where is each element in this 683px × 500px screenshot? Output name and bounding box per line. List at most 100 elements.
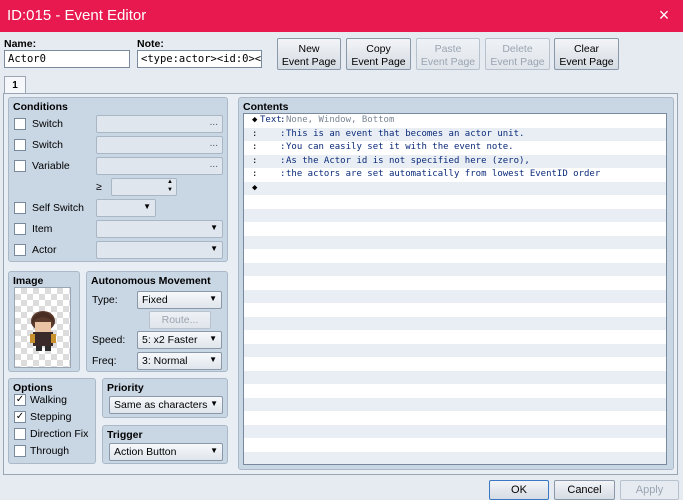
list-item[interactable] (244, 330, 666, 344)
list-item[interactable] (244, 235, 666, 249)
switch1-field[interactable]: ... (96, 115, 223, 133)
switch2-label: Switch (32, 139, 63, 151)
switch1-checkbox[interactable] (14, 118, 26, 130)
list-item[interactable] (244, 384, 666, 398)
walking-label: Walking (30, 394, 67, 406)
paste-event-page-button[interactable]: Paste Event Page (416, 38, 480, 70)
priority-value: Same as characters (114, 399, 208, 411)
switch1-label: Switch (32, 118, 63, 130)
switch2-field[interactable]: ... (96, 136, 223, 154)
movement-title: Autonomous Movement (91, 275, 211, 287)
contents-title: Contents (243, 101, 289, 113)
image-panel: Image (8, 271, 80, 372)
ge-sign: ≥ (96, 181, 102, 193)
list-item[interactable]: :: the actors are set automatically from … (244, 168, 666, 182)
list-item[interactable] (244, 289, 666, 303)
command-marker: : (252, 128, 258, 139)
name-input[interactable]: Actor0 (4, 50, 130, 68)
list-item[interactable] (244, 411, 666, 425)
event-page: Conditions Switch ... Switch ... Variabl… (3, 93, 678, 475)
spin-up-icon[interactable]: ▲ (167, 179, 173, 185)
variable-checkbox[interactable] (14, 160, 26, 172)
autonomous-movement-panel: Autonomous Movement Type: Fixed ▼ Route.… (86, 271, 228, 372)
list-item[interactable] (244, 370, 666, 384)
delete-event-page-button[interactable]: Delete Event Page (485, 38, 550, 70)
command-separator: : (280, 142, 286, 152)
list-item[interactable] (244, 249, 666, 263)
list-item[interactable] (244, 262, 666, 276)
new-event-page-button[interactable]: New Event Page (277, 38, 341, 70)
command-marker: ◆ (252, 115, 258, 125)
movement-type-dropdown[interactable]: Fixed ▼ (137, 291, 222, 309)
list-item[interactable]: ◆ (244, 181, 666, 195)
list-item[interactable]: :: This is an event that becomes an actor… (244, 127, 666, 141)
priority-dropdown[interactable]: Same as characters ▼ (109, 396, 223, 414)
speed-value: 5: x2 Faster (142, 334, 198, 346)
chevron-down-icon: ▼ (209, 334, 217, 343)
item-checkbox[interactable] (14, 223, 26, 235)
variable-field[interactable]: ... (96, 157, 223, 175)
command-separator: : (280, 169, 286, 179)
dialog-client: Name: Actor0 Note: <type:actor><id:0><un… (0, 32, 683, 500)
speed-dropdown[interactable]: 5: x2 Faster ▼ (137, 331, 222, 349)
frequency-dropdown[interactable]: 3: Normal ▼ (137, 352, 222, 370)
ellipsis-icon: ... (209, 159, 218, 170)
command-text: You can easily set it with the event not… (286, 142, 514, 152)
character-image[interactable] (14, 287, 71, 368)
actor-label: Actor (32, 244, 57, 256)
chevron-down-icon: ▼ (210, 446, 218, 455)
chevron-down-icon: ▼ (209, 355, 217, 364)
list-item[interactable] (244, 397, 666, 411)
cancel-button[interactable]: Cancel (554, 480, 615, 500)
list-item[interactable] (244, 316, 666, 330)
name-label: Name: (4, 38, 37, 50)
trigger-panel: Trigger Action Button ▼ (102, 425, 228, 464)
route-button[interactable]: Route... (149, 311, 211, 329)
self-switch-checkbox[interactable] (14, 202, 26, 214)
direction-fix-label: Direction Fix (30, 428, 89, 440)
list-item[interactable] (244, 222, 666, 236)
close-icon[interactable]: × (653, 4, 675, 26)
clear-event-page-button[interactable]: Clear Event Page (554, 38, 619, 70)
walking-checkbox[interactable]: ✓ (14, 394, 26, 406)
list-item[interactable]: ◆ Text: None, Window, Bottom (244, 114, 666, 128)
ok-button[interactable]: OK (489, 480, 549, 500)
apply-button[interactable]: Apply (620, 480, 679, 500)
tab-page-1[interactable]: 1 (4, 76, 26, 94)
freq-label: Freq: (92, 355, 117, 367)
list-item[interactable] (244, 357, 666, 371)
list-item[interactable] (244, 276, 666, 290)
self-switch-dropdown[interactable]: ▼ (96, 199, 156, 217)
list-item[interactable] (244, 195, 666, 209)
list-item[interactable]: :: As the Actor id is not specified here … (244, 154, 666, 168)
command-name: Text (260, 115, 282, 125)
trigger-dropdown[interactable]: Action Button ▼ (109, 443, 223, 461)
command-marker: ◆ (252, 182, 258, 193)
command-text: the actors are set automatically from lo… (286, 169, 601, 179)
list-item[interactable] (244, 303, 666, 317)
note-input[interactable]: <type:actor><id:0><unit:1> (137, 50, 262, 68)
list-item[interactable] (244, 208, 666, 222)
window-title: ID:015 - Event Editor (7, 7, 147, 24)
conditions-title: Conditions (13, 101, 68, 113)
command-separator: : (280, 155, 286, 166)
copy-event-page-button[interactable]: Copy Event Page (346, 38, 411, 70)
spin-down-icon[interactable]: ▼ (167, 187, 173, 193)
stepping-checkbox[interactable]: ✓ (14, 411, 26, 423)
through-checkbox[interactable] (14, 445, 26, 457)
list-item[interactable] (244, 438, 666, 452)
item-label: Item (32, 223, 53, 235)
event-command-list[interactable]: ◆ Text: None, Window, Bottom:: This is an e… (243, 113, 667, 465)
list-item[interactable] (244, 343, 666, 357)
item-dropdown[interactable]: ▼ (96, 220, 223, 238)
direction-fix-checkbox[interactable] (14, 428, 26, 440)
actor-dropdown[interactable]: ▼ (96, 241, 223, 259)
switch2-checkbox[interactable] (14, 139, 26, 151)
through-label: Through (30, 445, 70, 457)
speed-label: Speed: (92, 334, 126, 346)
list-item[interactable] (244, 451, 666, 464)
list-item[interactable] (244, 424, 666, 438)
actor-checkbox[interactable] (14, 244, 26, 256)
variable-value-spinner[interactable]: ▲ ▼ (111, 178, 177, 196)
list-item[interactable]: :: You can easily set it with the event n… (244, 141, 666, 155)
